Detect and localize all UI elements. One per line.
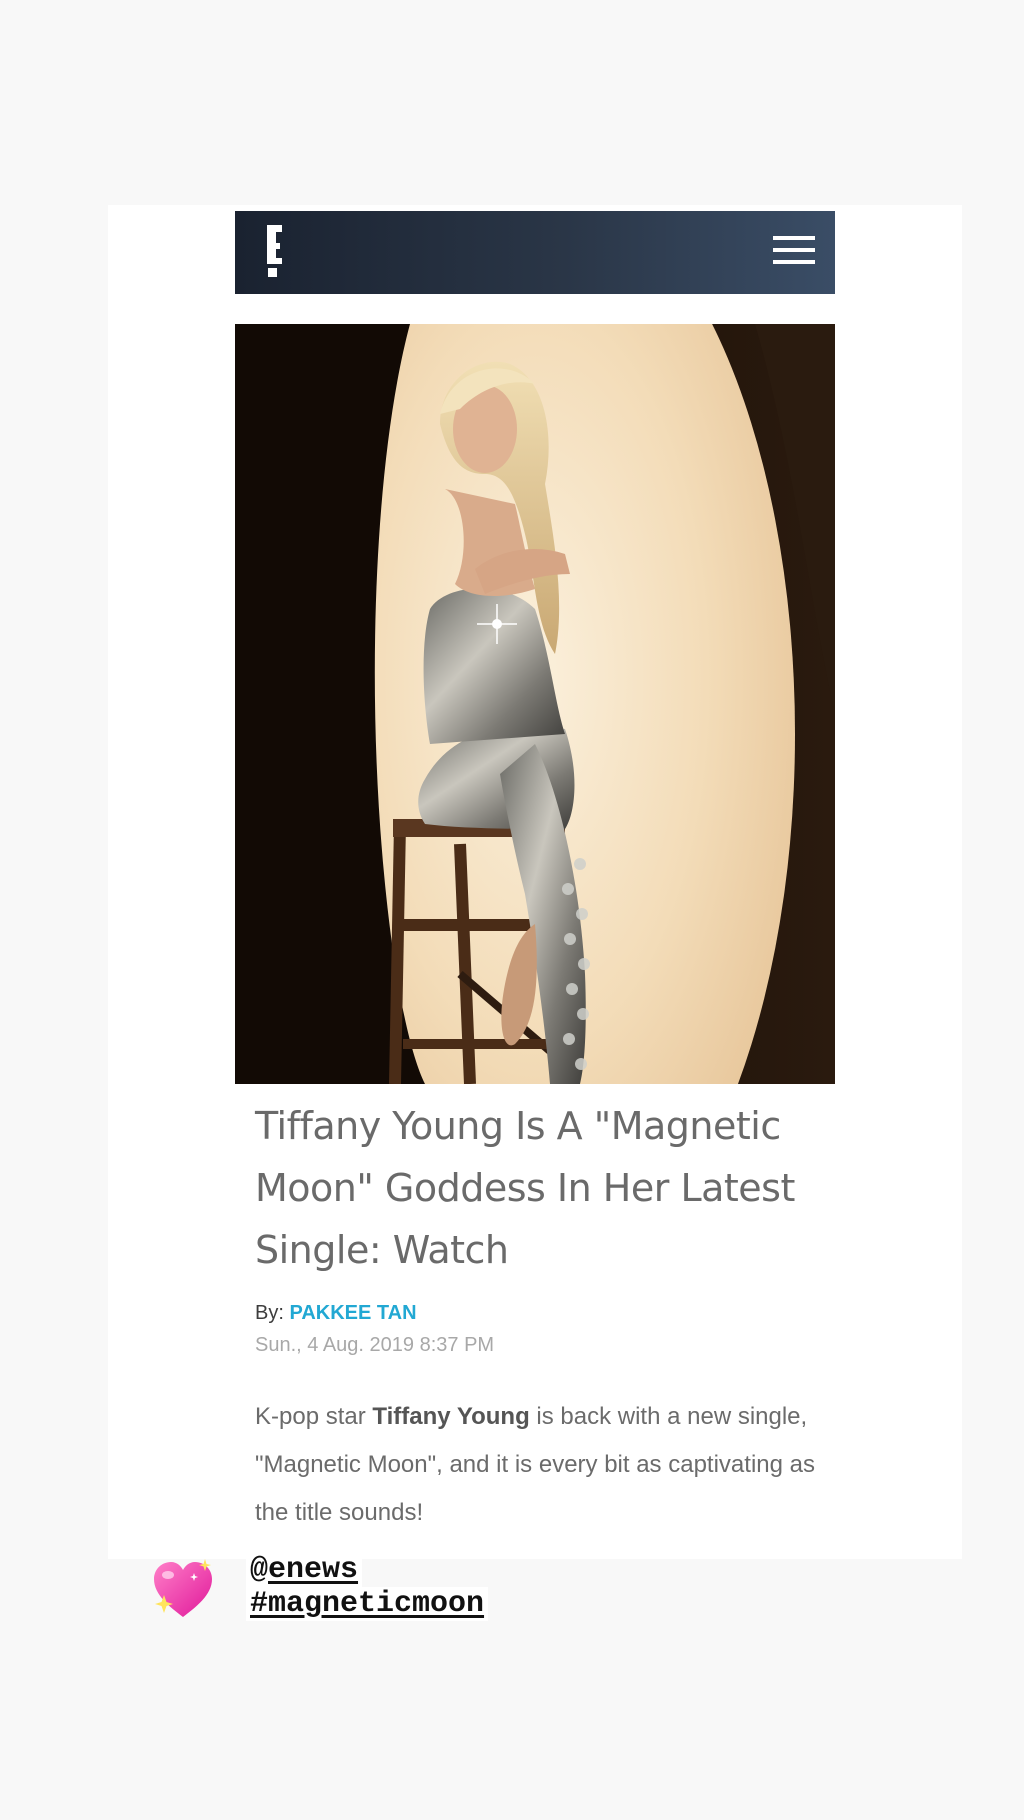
hero-image [235,324,835,1084]
e-logo-icon[interactable] [266,225,286,277]
article-body: K-pop star Tiffany Young is back with a … [255,1393,815,1537]
byline: By: PAKKEE TAN [255,1300,417,1326]
mention-line: @enews [246,1553,363,1587]
story-tags: @enews #magneticmoon [246,1553,489,1621]
byline-prefix: By: [255,1302,284,1324]
body-bold-name: Tiffany Young [372,1403,530,1430]
publish-date: Sun., 4 Aug. 2019 8:37 PM [255,1334,495,1356]
mention-enews[interactable]: enews [268,1553,358,1587]
mention-at: @ [250,1553,269,1587]
hamburger-menu-icon[interactable] [773,233,815,267]
hashtag-magneticmoon[interactable]: #magneticmoon [246,1587,489,1621]
author-link[interactable]: PAKKEE TAN [289,1302,416,1324]
article-title[interactable]: Tiffany Young Is A "Magnetic Moon" Godde… [255,1095,815,1281]
site-header [235,211,835,294]
sparkling-heart-icon [150,1557,216,1623]
body-intro: K-pop star [255,1403,373,1430]
